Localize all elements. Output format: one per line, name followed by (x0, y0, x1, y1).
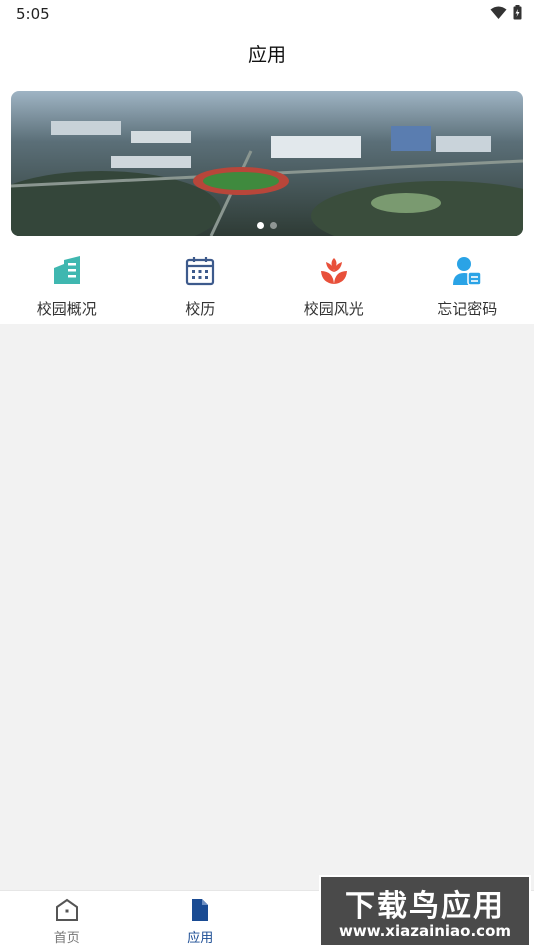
grid-item-label: 校园概况 (37, 298, 97, 319)
page-title: 应用 (0, 40, 534, 67)
building-icon (50, 254, 84, 288)
grid-item-forgot-password[interactable]: 忘记密码 (401, 248, 534, 324)
battery-icon (513, 5, 522, 20)
grid-item-label: 校历 (185, 298, 215, 319)
tab-apps[interactable]: 应用 (134, 891, 268, 951)
home-icon (54, 897, 80, 923)
tab-label: 应用 (187, 927, 213, 946)
carousel-dot[interactable] (270, 222, 277, 229)
tab-home[interactable]: 首页 (0, 891, 134, 951)
watermark-title: 下载鸟应用 (321, 881, 529, 925)
status-time: 5:05 (16, 5, 50, 23)
grid-item-label: 校园风光 (304, 298, 364, 319)
grid-item-campus-scenery[interactable]: 校园风光 (267, 248, 401, 324)
campus-banner-carousel[interactable] (11, 91, 523, 236)
grid-item-calendar[interactable]: 校历 (134, 248, 268, 324)
user-card-icon (450, 254, 484, 288)
wifi-icon (490, 6, 507, 20)
site-watermark: 下载鸟应用 www.xiazainiao.com (319, 875, 531, 947)
campus-aerial-image (11, 91, 523, 236)
carousel-indicator (11, 222, 523, 229)
function-grid: 校园概况 校历 校园风光 (0, 248, 534, 324)
flower-icon (317, 254, 351, 288)
status-bar: 5:05 (0, 0, 534, 28)
grid-item-campus-overview[interactable]: 校园概况 (0, 248, 134, 324)
app-bar: 应用 (0, 28, 534, 80)
status-icons (490, 5, 522, 20)
watermark-url: www.xiazainiao.com (321, 922, 529, 940)
carousel-dot-active[interactable] (257, 222, 264, 229)
calendar-icon (183, 254, 217, 288)
document-icon (187, 897, 213, 923)
grid-item-label: 忘记密码 (437, 298, 497, 319)
tab-label: 首页 (54, 927, 80, 946)
